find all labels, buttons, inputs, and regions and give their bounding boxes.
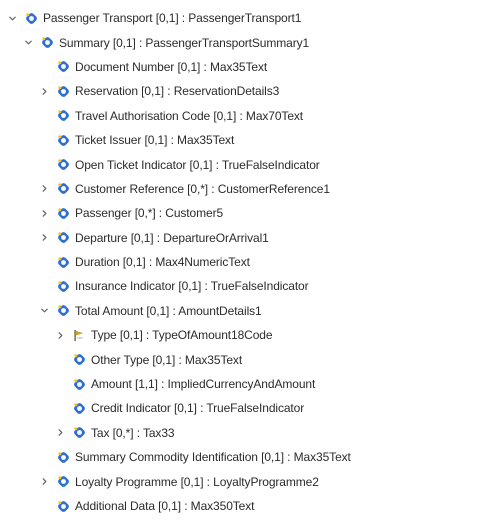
tree-node-label: Duration [0,1] : Max4NumericText: [75, 255, 250, 270]
class-icon: [72, 401, 86, 415]
tree-node[interactable]: Ticket Issuer [0,1] : Max35Text: [0, 128, 477, 152]
class-icon: [56, 304, 70, 318]
tree-node-label: Additional Data [0,1] : Max350Text: [75, 499, 255, 513]
tree-node[interactable]: Summary [0,1] : PassengerTransportSummar…: [0, 30, 477, 54]
tree-node-label: Insurance Indicator [0,1] : TrueFalseInd…: [75, 279, 309, 294]
tree-node[interactable]: Customer Reference [0,*] : CustomerRefer…: [0, 177, 477, 201]
tree-node[interactable]: Summary Commodity Identification [0,1] :…: [0, 445, 477, 469]
tree-node[interactable]: Other Type [0,1] : Max35Text: [0, 347, 477, 371]
tree-node[interactable]: Passenger [0,*] : Customer5: [0, 201, 477, 225]
class-icon: [56, 279, 70, 293]
chevron-down-icon[interactable]: [38, 305, 50, 317]
chevron-down-icon[interactable]: [6, 12, 18, 24]
chevron-right-icon[interactable]: [38, 85, 50, 97]
class-icon: [56, 158, 70, 172]
class-icon: [40, 36, 54, 50]
chevron-right-icon[interactable]: [54, 329, 66, 341]
class-icon: [56, 109, 70, 123]
tree-node-label: Travel Authorisation Code [0,1] : Max70T…: [75, 108, 304, 123]
class-icon: [56, 206, 70, 220]
class-icon: [56, 84, 70, 98]
tree-node[interactable]: Tax [0,*] : Tax33: [0, 421, 477, 445]
tree-node-label: Passenger [0,*] : Customer5: [75, 206, 224, 221]
tree-node[interactable]: Loyalty Programme [0,1] : LoyaltyProgram…: [0, 469, 477, 493]
tree-node[interactable]: Insurance Indicator [0,1] : TrueFalseInd…: [0, 274, 477, 298]
chevron-right-icon[interactable]: [38, 476, 50, 488]
tree-node[interactable]: Departure [0,1] : DepartureOrArrival1: [0, 226, 477, 250]
tree-node-label: Credit Indicator [0,1] : TrueFalseIndica…: [91, 401, 305, 416]
tree-node-label: Total Amount [0,1] : AmountDetails1: [75, 303, 262, 318]
class-icon: [24, 11, 38, 25]
class-icon: [56, 499, 70, 513]
tree-node-label: Departure [0,1] : DepartureOrArrival1: [75, 230, 269, 245]
tree-node[interactable]: Additional Data [0,1] : Max350Text: [0, 494, 477, 518]
tree-node[interactable]: Duration [0,1] : Max4NumericText: [0, 250, 477, 274]
tree-node[interactable]: Total Amount [0,1] : AmountDetails1: [0, 299, 477, 323]
class-icon: [56, 255, 70, 269]
tree-node-label: Tax [0,*] : Tax33: [91, 425, 175, 440]
tree-node-label: Type [0,1] : TypeOfAmount18Code: [91, 328, 273, 343]
tree-node-label: Document Number [0,1] : Max35Text: [75, 59, 268, 74]
tree-node[interactable]: Travel Authorisation Code [0,1] : Max70T…: [0, 104, 477, 128]
tree-node-label: Reservation [0,1] : ReservationDetails3: [75, 84, 280, 99]
class-icon: [56, 133, 70, 147]
chevron-right-icon[interactable]: [38, 207, 50, 219]
chevron-down-icon[interactable]: [22, 37, 34, 49]
tree-node-label: Open Ticket Indicator [0,1] : TrueFalseI…: [75, 157, 320, 172]
chevron-right-icon[interactable]: [38, 183, 50, 195]
tree-node[interactable]: Document Number [0,1] : Max35Text: [0, 55, 477, 79]
class-icon: [56, 475, 70, 489]
tree-node-label: Other Type [0,1] : Max35Text: [91, 352, 243, 367]
class-icon: [56, 60, 70, 74]
tree-node-label: Summary [0,1] : PassengerTransportSummar…: [59, 35, 310, 50]
tree-node-label: Passenger Transport [0,1] : PassengerTra…: [43, 11, 302, 26]
tree-node[interactable]: Passenger Transport [0,1] : PassengerTra…: [0, 6, 477, 30]
class-icon: [72, 426, 86, 440]
class-icon: [56, 450, 70, 464]
tree-node[interactable]: Type [0,1] : TypeOfAmount18Code: [0, 323, 477, 347]
class-icon: [72, 353, 86, 367]
class-icon: [72, 377, 86, 391]
tree-node-label: Amount [1,1] : ImpliedCurrencyAndAmount: [91, 377, 316, 392]
model-tree: Passenger Transport [0,1] : PassengerTra…: [0, 0, 477, 524]
class-icon: [56, 231, 70, 245]
tree-node-label: Loyalty Programme [0,1] : LoyaltyProgram…: [75, 474, 319, 489]
tree-node-label: Summary Commodity Identification [0,1] :…: [75, 450, 351, 465]
class-icon: [56, 182, 70, 196]
tree-node-label: Customer Reference [0,*] : CustomerRefer…: [75, 181, 330, 196]
chevron-right-icon[interactable]: [38, 232, 50, 244]
tree-node[interactable]: Credit Indicator [0,1] : TrueFalseIndica…: [0, 396, 477, 420]
tree-node-label: Ticket Issuer [0,1] : Max35Text: [75, 133, 235, 148]
tree-node[interactable]: Amount [1,1] : ImpliedCurrencyAndAmount: [0, 372, 477, 396]
chevron-right-icon[interactable]: [54, 427, 66, 439]
code-icon: [72, 328, 86, 342]
tree-node[interactable]: Open Ticket Indicator [0,1] : TrueFalseI…: [0, 152, 477, 176]
tree-node[interactable]: Reservation [0,1] : ReservationDetails3: [0, 79, 477, 103]
